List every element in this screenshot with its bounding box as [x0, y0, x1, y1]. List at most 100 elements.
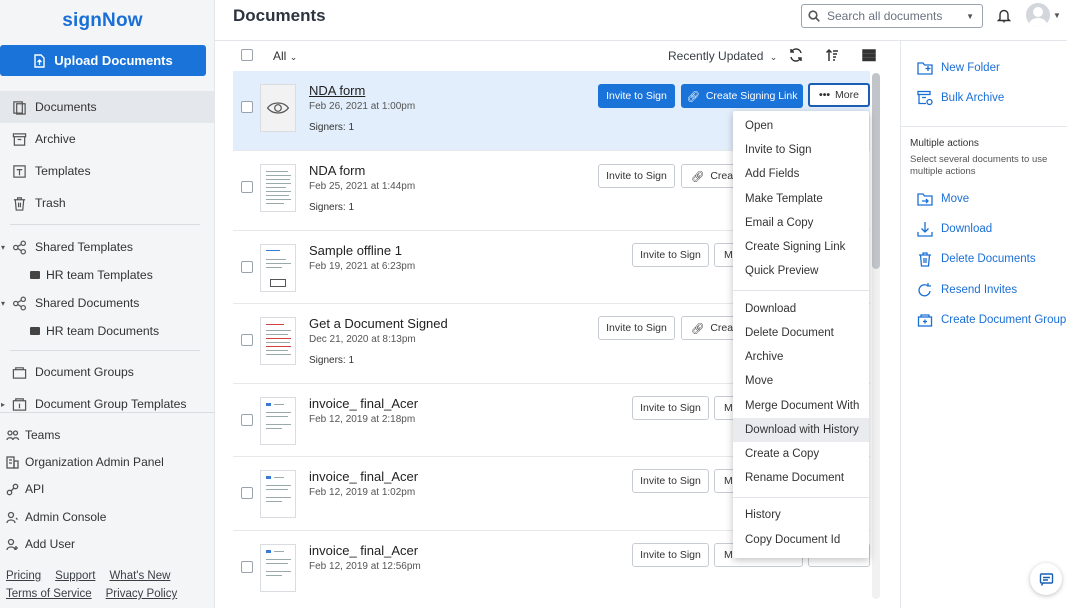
create-signing-link-button[interactable]: 🔗︎ Create Signing Link [681, 84, 803, 108]
menu-divider [733, 290, 869, 291]
sort-order-icon[interactable] [825, 48, 839, 62]
sidebar-link-add-user[interactable]: Add User [0, 532, 75, 556]
trash-icon [11, 195, 27, 211]
sidebar-link-organization-admin-panel[interactable]: Organization Admin Panel [0, 450, 164, 474]
document-thumbnail[interactable] [260, 544, 296, 592]
sidebar-item-document-groups[interactable]: Document Groups [0, 356, 215, 388]
row-checkbox[interactable] [241, 414, 253, 426]
document-name[interactable]: invoice_ final_Acer [309, 543, 418, 558]
right-panel: New Folder Bulk Archive Multiple actions… [900, 41, 1067, 608]
logo[interactable]: signNow [0, 10, 205, 32]
scrollbar[interactable] [872, 73, 880, 599]
create-signing-link-button[interactable]: 🔗︎ Creat [681, 164, 741, 188]
chat-button[interactable] [1030, 563, 1062, 595]
menu-item-quick-preview[interactable]: Quick Preview [733, 259, 869, 283]
chevron-down-icon[interactable]: ▼ [1053, 11, 1061, 20]
download-action[interactable]: Download [917, 219, 992, 239]
sidebar-item-templates[interactable]: Templates [0, 155, 215, 187]
sidebar-item-label: Shared Templates [35, 240, 134, 254]
bell-icon[interactable] [997, 8, 1011, 23]
chevron-right-icon[interactable]: ▸ [1, 400, 5, 409]
chevron-down-icon[interactable]: ▼ [966, 12, 974, 21]
search-input[interactable]: Search all documents ▼ [801, 4, 983, 28]
move-action[interactable]: Move [917, 189, 969, 209]
sidebar-item-archive[interactable]: Archive [0, 123, 215, 155]
invite-to-sign-button[interactable]: Invite to Sign [598, 164, 675, 188]
resend-invites-action[interactable]: Resend Invites [917, 280, 1017, 300]
menu-item-move[interactable]: Move [733, 369, 869, 393]
sidebar: signNow Upload Documents Documents Archi… [0, 0, 215, 608]
invite-to-sign-button[interactable]: Invite to Sign [632, 396, 709, 420]
chevron-down-icon[interactable]: ▾ [1, 299, 5, 308]
menu-item-copy-document-id[interactable]: Copy Document Id [733, 528, 869, 552]
document-name[interactable]: invoice_ final_Acer [309, 469, 418, 484]
terms-link[interactable]: Terms of Service [6, 588, 92, 600]
row-checkbox[interactable] [241, 561, 253, 573]
menu-item-archive[interactable]: Archive [733, 345, 869, 369]
menu-item-create-a-copy[interactable]: Create a Copy [733, 442, 869, 466]
bulk-archive-button[interactable]: Bulk Archive [917, 88, 1004, 108]
document-thumbnail[interactable] [260, 397, 296, 445]
more-button[interactable]: ••• More [808, 83, 870, 107]
document-thumbnail[interactable] [260, 244, 296, 292]
menu-item-download[interactable]: Download [733, 297, 869, 321]
document-signers: Signers: 1 [309, 202, 355, 213]
document-name[interactable]: NDA form [309, 163, 365, 178]
row-checkbox[interactable] [241, 487, 253, 499]
document-name[interactable]: Sample offline 1 [309, 243, 402, 258]
menu-item-open[interactable]: Open [733, 114, 869, 138]
menu-item-email-a-copy[interactable]: Email a Copy [733, 211, 869, 235]
select-all-checkbox[interactable] [241, 49, 253, 61]
sidebar-link-api[interactable]: API [0, 477, 44, 501]
document-thumbnail[interactable] [260, 317, 296, 365]
row-checkbox[interactable] [241, 181, 253, 193]
row-checkbox[interactable] [241, 261, 253, 273]
privacy-link[interactable]: Privacy Policy [106, 588, 178, 600]
filter-dropdown[interactable]: All ⌄ [273, 49, 297, 63]
invite-to-sign-button[interactable]: Invite to Sign [598, 316, 675, 340]
refresh-icon[interactable] [789, 48, 803, 62]
invite-to-sign-button[interactable]: Invite to Sign [598, 84, 675, 108]
whats-new-link[interactable]: What's New [109, 570, 170, 582]
chevron-down-icon: ⌄ [289, 52, 298, 62]
row-checkbox[interactable] [241, 334, 253, 346]
chat-icon [1039, 572, 1053, 586]
support-link[interactable]: Support [55, 570, 95, 582]
sidebar-link-admin-console[interactable]: Admin Console [0, 505, 106, 529]
scrollbar-thumb[interactable] [872, 73, 880, 269]
menu-item-invite-to-sign[interactable]: Invite to Sign [733, 138, 869, 162]
delete-documents-action[interactable]: Delete Documents [917, 249, 1036, 269]
create-document-group-action[interactable]: Create Document Group [917, 310, 1066, 330]
upload-documents-button[interactable]: Upload Documents [0, 45, 206, 76]
pricing-link[interactable]: Pricing [6, 570, 41, 582]
menu-item-rename-document[interactable]: Rename Document [733, 466, 869, 490]
avatar[interactable] [1026, 3, 1050, 27]
new-folder-button[interactable]: New Folder [917, 58, 1000, 78]
document-name[interactable]: Get a Document Signed [309, 316, 448, 331]
document-thumbnail[interactable] [260, 470, 296, 518]
menu-item-download-with-history[interactable]: Download with History [733, 418, 869, 442]
document-thumbnail[interactable] [260, 164, 296, 212]
list-view-icon[interactable] [862, 48, 876, 62]
create-signing-link-button[interactable]: 🔗︎ Creat [681, 316, 741, 340]
sidebar-item-document-group-templates[interactable]: ▸ Document Group Templates [0, 388, 215, 420]
sidebar-item-documents[interactable]: Documents [0, 91, 215, 123]
invite-to-sign-button[interactable]: Invite to Sign [632, 543, 709, 567]
row-checkbox[interactable] [241, 101, 253, 113]
document-thumbnail[interactable] [260, 84, 296, 132]
document-name[interactable]: NDA form [309, 83, 365, 98]
sidebar-item-trash[interactable]: Trash [0, 187, 215, 219]
menu-item-merge-document-with[interactable]: Merge Document With [733, 394, 869, 418]
menu-item-history[interactable]: History [733, 503, 869, 527]
menu-item-create-signing-link[interactable]: Create Signing Link [733, 235, 869, 259]
menu-item-delete-document[interactable]: Delete Document [733, 321, 869, 345]
invite-to-sign-button[interactable]: Invite to Sign [632, 469, 709, 493]
invite-to-sign-button[interactable]: Invite to Sign [632, 243, 709, 267]
chevron-down-icon[interactable]: ▾ [1, 243, 5, 252]
sidebar-link-teams[interactable]: Teams [0, 423, 60, 447]
menu-item-add-fields[interactable]: Add Fields [733, 162, 869, 186]
sort-dropdown[interactable]: Recently Updated ⌄ [668, 49, 777, 63]
document-name[interactable]: invoice_ final_Acer [309, 396, 418, 411]
sidebar-item-hr-team-documents[interactable]: HR team Documents [0, 315, 215, 347]
menu-item-make-template[interactable]: Make Template [733, 187, 869, 211]
